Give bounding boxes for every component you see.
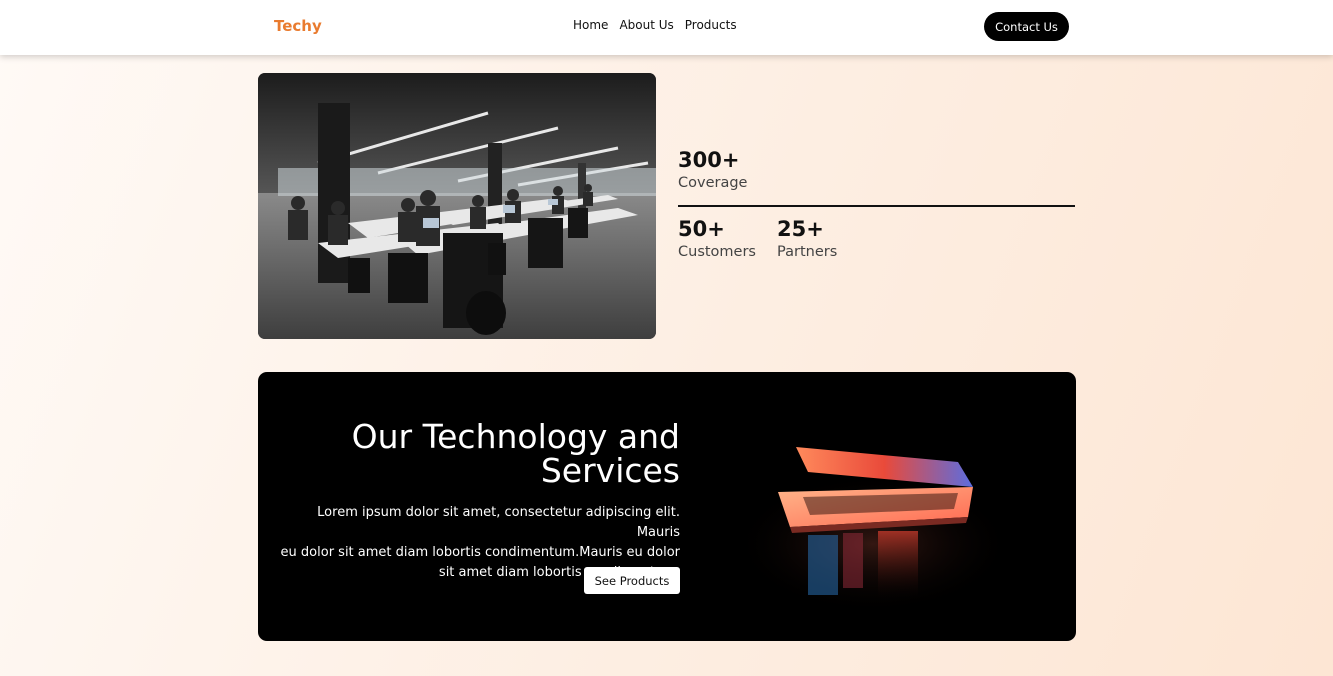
services-description-line1: Lorem ipsum dolor sit amet, consectetur … xyxy=(317,505,680,540)
navbar: Techy Home About Us Products Contact Us xyxy=(0,0,1333,55)
coverage-label: Coverage xyxy=(678,175,748,191)
services-title-line2: Services xyxy=(540,451,680,490)
partners-label: Partners xyxy=(777,244,838,260)
customers-value: 50+ xyxy=(678,217,725,241)
services-section: Our Technology and Services Lorem ipsum … xyxy=(258,372,1076,641)
brand-logo[interactable]: Techy xyxy=(274,17,322,35)
office-photo xyxy=(258,73,656,339)
services-description-line2: eu dolor sit amet diam lobortis condimen… xyxy=(280,545,680,560)
coverage-value: 300+ xyxy=(678,148,740,172)
nav-link-products[interactable]: Products xyxy=(685,18,737,32)
customers-label: Customers xyxy=(678,244,756,260)
nav-links: Home About Us Products xyxy=(573,18,737,32)
nav-link-home[interactable]: Home xyxy=(573,18,608,32)
partners-value: 25+ xyxy=(777,217,824,241)
services-title: Our Technology and Services xyxy=(260,420,680,488)
laptop-photo xyxy=(728,427,1018,607)
see-products-button[interactable]: See Products xyxy=(584,567,680,594)
stats-divider xyxy=(678,205,1075,207)
contact-us-button[interactable]: Contact Us xyxy=(984,12,1069,41)
nav-link-about-us[interactable]: About Us xyxy=(619,18,673,32)
